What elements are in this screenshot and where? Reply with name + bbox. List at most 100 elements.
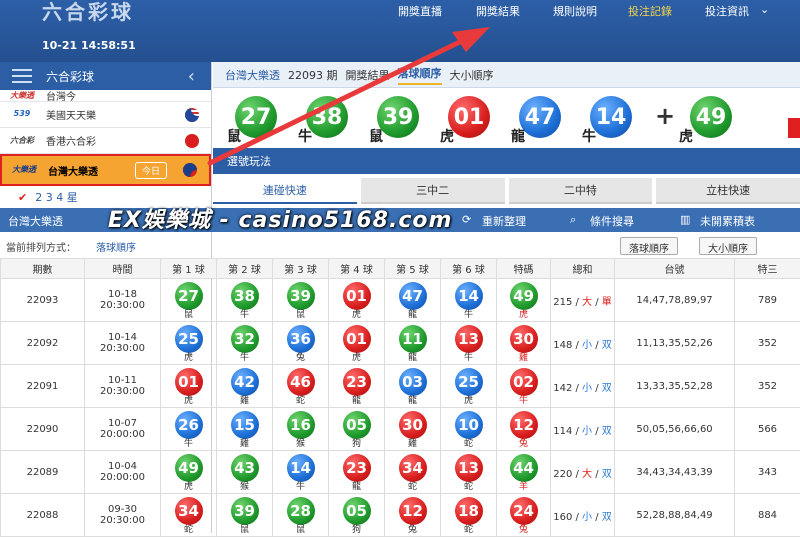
column-header: 第 3 球: [273, 259, 329, 279]
odd-even: 双: [602, 512, 612, 523]
tab-size-order[interactable]: 大小順序: [450, 67, 494, 83]
table-row[interactable]: 2209310-1820:30:0027鼠38牛39鼠01虎47龍14牛49虎2…: [1, 279, 800, 322]
side-tab[interactable]: [788, 118, 800, 138]
table-number-cell: 11,13,35,52,26: [615, 322, 735, 365]
zodiac-label: 鼠: [161, 310, 216, 320]
number-ball: 11: [399, 325, 427, 353]
sidebar-item-taiwan-lotto[interactable]: 大樂透 台灣大樂透 今日: [0, 154, 211, 186]
special-number-ball: 44: [510, 454, 538, 482]
sum-value: 215: [553, 297, 572, 308]
draw-date: 09-30: [85, 504, 160, 515]
sidebar-title: 六合彩球: [46, 68, 94, 85]
nav-bet-info[interactable]: 投注資訊: [705, 3, 749, 19]
table-number-cell: 14,47,78,89,97: [615, 279, 735, 322]
chevron-left-icon[interactable]: ‹: [188, 66, 195, 87]
draw-time: 20:30:00: [85, 300, 160, 311]
zodiac-label: 龍: [329, 396, 384, 406]
sort-size-button[interactable]: 大小順序: [699, 237, 757, 255]
ball-cell: 11龍: [385, 322, 441, 365]
number-ball: 32: [231, 325, 259, 353]
ball-cell: 18蛇: [441, 494, 497, 537]
sidebar-item-label: 美國天天樂: [46, 107, 96, 122]
zodiac-label: 龍: [385, 310, 440, 320]
number-ball: 01: [343, 282, 371, 310]
nav-rules[interactable]: 規則說明: [553, 3, 597, 19]
nav-live[interactable]: 開獎直播: [398, 3, 442, 19]
sort-drop-button[interactable]: 落球順序: [620, 237, 678, 255]
search-button[interactable]: 條件搜尋: [590, 213, 634, 229]
number-ball: 13: [455, 325, 483, 353]
ball-cell: 01虎: [161, 365, 217, 408]
zodiac-label: 猴: [273, 439, 328, 449]
number-ball: 05: [343, 411, 371, 439]
tab-column-quick[interactable]: 立柱快速: [656, 178, 800, 204]
zodiac-label: 虎: [329, 353, 384, 363]
number-ball: 16: [287, 411, 315, 439]
lottery-logo-icon: 539: [8, 109, 36, 121]
number-ball: 23: [343, 454, 371, 482]
ball-cell: 01虎: [329, 322, 385, 365]
breadcrumb-game[interactable]: 台灣大樂透: [225, 67, 280, 83]
sum-value: 148: [553, 340, 572, 351]
breadcrumb-section[interactable]: 開獎結果: [346, 67, 390, 83]
number-ball: 01: [343, 325, 371, 353]
nav-results[interactable]: 開獎結果: [476, 3, 520, 19]
number-ball: 25: [175, 325, 203, 353]
number-ball: 47: [399, 282, 427, 310]
stats-button[interactable]: 未開累積表: [700, 213, 755, 229]
table-number-cell: 34,43,34,43,39: [615, 451, 735, 494]
time-cell: 10-0420:00:00: [85, 451, 161, 494]
special-ball: 49: [690, 96, 732, 138]
special-three-cell: 352: [735, 322, 800, 365]
refresh-icon[interactable]: ⟳: [462, 213, 471, 226]
ball-cell: 15雞: [217, 408, 273, 451]
refresh-button[interactable]: 重新整理: [482, 213, 526, 229]
sum-cell: 160 / 小 / 双: [551, 494, 615, 537]
ball-cell: 26牛: [161, 408, 217, 451]
brand-logo: 六合彩球: [42, 0, 134, 25]
draw-ball: 27: [235, 96, 277, 138]
ball-cell: 01虎: [329, 279, 385, 322]
table-row[interactable]: 2209010-0720:00:0026牛15雞16猴05狗30雞10蛇12兔1…: [1, 408, 800, 451]
breadcrumb-period: 22093 期: [288, 67, 338, 83]
ball-cell: 42雞: [217, 365, 273, 408]
zodiac-label: 猴: [217, 482, 272, 492]
bar-chart-icon[interactable]: ▥: [680, 213, 690, 226]
clock: 10-21 14:58:51: [42, 39, 136, 52]
ball-cell: 23龍: [329, 451, 385, 494]
draw-zodiac: 龍: [511, 126, 525, 146]
column-header: 第 4 球: [329, 259, 385, 279]
table-row[interactable]: 2208910-0420:00:0049虎43猴14牛23龍34蛇13蛇44羊2…: [1, 451, 800, 494]
odd-even: 双: [602, 340, 612, 351]
table-row[interactable]: 2209210-1420:30:0025虎32牛36兔01虎11龍13牛30雞1…: [1, 322, 800, 365]
sidebar-item-hk-marksix[interactable]: 六合彩 香港六合彩: [0, 128, 211, 154]
sum-value: 142: [553, 383, 572, 394]
number-ball: 43: [231, 454, 259, 482]
sidebar-item-taiwan-top[interactable]: 大樂透 台灣今: [0, 90, 211, 102]
sum-value: 114: [553, 426, 572, 437]
table-row[interactable]: 2208809-3020:30:0034蛇39鼠28鼠05狗12兔18蛇24兔1…: [1, 494, 800, 537]
number-ball: 03: [399, 368, 427, 396]
search-icon[interactable]: ⌕: [570, 213, 576, 227]
chevron-down-icon[interactable]: ⌄: [760, 3, 769, 16]
menu-icon[interactable]: [12, 69, 32, 83]
tab-three-two[interactable]: 三中二: [361, 178, 505, 204]
zodiac-label: 虎: [161, 353, 216, 363]
sidebar-item-us-daily[interactable]: 539 美國天天樂: [0, 102, 211, 128]
ball-cell: 47龍: [385, 279, 441, 322]
number-ball: 36: [287, 325, 315, 353]
ball-cell: 49虎: [161, 451, 217, 494]
tab-drop-order[interactable]: 落球順序: [398, 65, 442, 85]
zodiac-label: 蛇: [273, 396, 328, 406]
number-ball: 39: [287, 282, 315, 310]
ball-cell: 30雞: [385, 408, 441, 451]
ball-cell: 14牛: [441, 279, 497, 322]
special-three-cell: 352: [735, 365, 800, 408]
nav-bet-record[interactable]: 投注記錄: [628, 3, 672, 19]
special-number-ball: 12: [510, 411, 538, 439]
tab-two-special[interactable]: 二中特: [509, 178, 653, 204]
table-row[interactable]: 2209110-1120:30:0001虎42雞46蛇23龍03龍25虎02牛1…: [1, 365, 800, 408]
tab-quick-pick[interactable]: 連碰快速: [213, 178, 357, 204]
period-cell: 22090: [1, 408, 85, 451]
special-three-cell: 343: [735, 451, 800, 494]
